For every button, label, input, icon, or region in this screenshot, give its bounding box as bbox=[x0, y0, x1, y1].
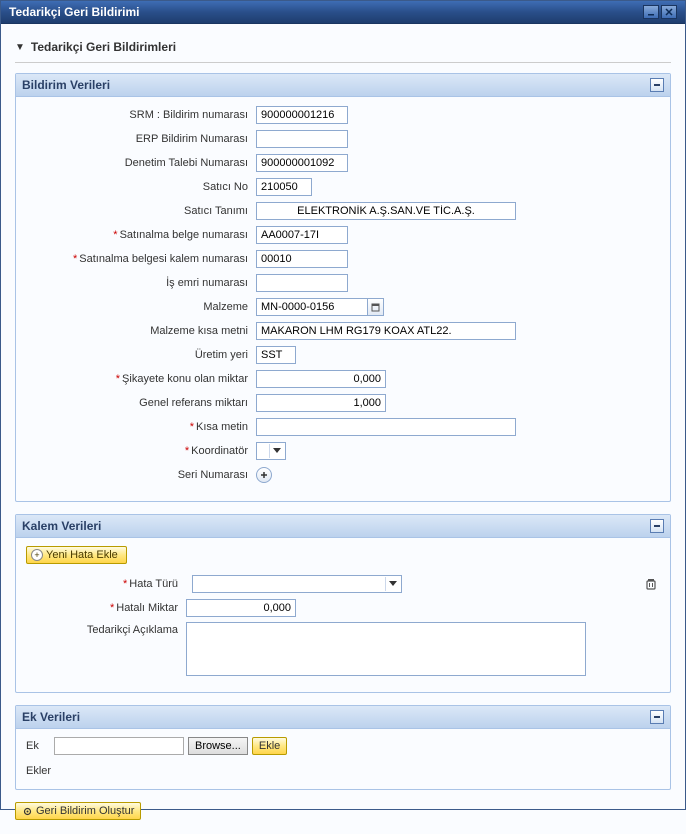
delete-error-button[interactable] bbox=[642, 575, 660, 593]
label-production-site: Üretim yeri bbox=[26, 349, 256, 361]
label-coordinator: *Koordinatör bbox=[26, 445, 256, 457]
window-frame: Tedarikçi Geri Bildirimi ▼ Tedarikçi Ger… bbox=[0, 0, 686, 810]
input-erp-number[interactable] bbox=[256, 130, 348, 148]
label-serial-number: Seri Numarası bbox=[26, 469, 256, 481]
input-audit-request-number[interactable] bbox=[256, 154, 348, 172]
chevron-down-icon bbox=[269, 444, 283, 458]
label-srm-number: SRM : Bildirim numarası bbox=[26, 109, 256, 121]
panel-item-data: Kalem Verileri + Yeni Hata Ekle *Hata Tü… bbox=[15, 514, 671, 693]
create-feedback-label: Geri Bildirim Oluştur bbox=[36, 805, 134, 817]
add-attachment-label: Ekle bbox=[259, 740, 280, 752]
collapse-button[interactable] bbox=[650, 710, 664, 724]
input-po-item-number[interactable] bbox=[256, 250, 348, 268]
section-supplier-feedbacks-title: Tedarikçi Geri Bildirimleri bbox=[31, 40, 176, 54]
label-ref-qty: Genel referans miktarı bbox=[26, 397, 256, 409]
titlebar: Tedarikçi Geri Bildirimi bbox=[1, 1, 685, 24]
input-ref-qty[interactable] bbox=[256, 394, 386, 412]
label-work-order-number: İş emri numarası bbox=[26, 277, 256, 289]
panel-item-body: + Yeni Hata Ekle *Hata Türü bbox=[16, 538, 670, 692]
collapse-button[interactable] bbox=[650, 519, 664, 533]
section-supplier-feedbacks[interactable]: ▼ Tedarikçi Geri Bildirimleri bbox=[15, 34, 671, 63]
input-faulty-qty[interactable] bbox=[186, 599, 296, 617]
chevron-down-icon: ▼ bbox=[15, 42, 25, 53]
add-error-button[interactable]: + Yeni Hata Ekle bbox=[26, 546, 127, 564]
select-coordinator[interactable] bbox=[256, 442, 286, 460]
input-srm-number[interactable] bbox=[256, 106, 348, 124]
label-complaint-qty: *Şikayete konu olan miktar bbox=[26, 373, 256, 385]
browse-button[interactable]: Browse... bbox=[188, 737, 248, 755]
panel-item-head: Kalem Verileri bbox=[16, 515, 670, 538]
label-attachments: Ekler bbox=[26, 765, 660, 777]
panel-notification-title: Bildirim Verileri bbox=[22, 78, 110, 92]
label-vendor-no: Satıcı No bbox=[26, 181, 256, 193]
close-button[interactable] bbox=[661, 5, 677, 19]
label-faulty-qty: *Hatalı Miktar bbox=[26, 602, 186, 614]
input-complaint-qty[interactable] bbox=[256, 370, 386, 388]
label-supplier-desc: Tedarikçi Açıklama bbox=[26, 622, 186, 636]
input-vendor-no[interactable] bbox=[256, 178, 312, 196]
create-feedback-button[interactable]: Geri Bildirim Oluştur bbox=[15, 802, 141, 820]
gear-icon bbox=[22, 806, 33, 817]
label-material-short-text: Malzeme kısa metni bbox=[26, 325, 256, 337]
input-po-number[interactable] bbox=[256, 226, 348, 244]
panel-attachment-head: Ek Verileri bbox=[16, 706, 670, 729]
label-po-number: *Satınalma belge numarası bbox=[26, 229, 256, 241]
label-error-type: *Hata Türü bbox=[26, 578, 186, 590]
label-attachment: Ek bbox=[26, 740, 50, 752]
input-vendor-desc[interactable] bbox=[256, 202, 516, 220]
panel-attachment-body: Ek Browse... Ekle Ekler bbox=[16, 729, 670, 789]
panel-item-title: Kalem Verileri bbox=[22, 519, 101, 533]
search-help-icon[interactable] bbox=[368, 298, 384, 316]
input-work-order-number[interactable] bbox=[256, 274, 348, 292]
window-content: ▼ Tedarikçi Geri Bildirimleri Bildirim V… bbox=[1, 24, 685, 830]
panel-notification-head: Bildirim Verileri bbox=[16, 74, 670, 97]
chevron-down-icon bbox=[385, 577, 399, 591]
add-attachment-button[interactable]: Ekle bbox=[252, 737, 287, 755]
plus-icon: + bbox=[31, 549, 43, 561]
label-vendor-desc: Satıcı Tanımı bbox=[26, 205, 256, 217]
panel-notification-body: SRM : Bildirim numarası ERP Bildirim Num… bbox=[16, 97, 670, 501]
collapse-button[interactable] bbox=[650, 78, 664, 92]
input-material-short-text[interactable] bbox=[256, 322, 516, 340]
input-short-text[interactable] bbox=[256, 418, 516, 436]
input-file-path[interactable] bbox=[54, 737, 184, 755]
label-erp-number: ERP Bildirim Numarası bbox=[26, 133, 256, 145]
minimize-button[interactable] bbox=[643, 5, 659, 19]
select-error-type[interactable] bbox=[192, 575, 402, 593]
label-short-text: *Kısa metin bbox=[26, 421, 256, 433]
window-controls bbox=[643, 5, 677, 19]
input-production-site[interactable] bbox=[256, 346, 296, 364]
panel-notification-data: Bildirim Verileri SRM : Bildirim numaras… bbox=[15, 73, 671, 502]
panel-attachment-title: Ek Verileri bbox=[22, 710, 80, 724]
window-title: Tedarikçi Geri Bildirimi bbox=[9, 5, 140, 19]
textarea-supplier-desc[interactable] bbox=[186, 622, 586, 676]
label-material: Malzeme bbox=[26, 301, 256, 313]
add-serial-button[interactable] bbox=[256, 467, 272, 483]
panel-attachment-data: Ek Verileri Ek Browse... Ekle Ekler bbox=[15, 705, 671, 790]
add-error-label: Yeni Hata Ekle bbox=[46, 549, 118, 561]
label-po-item-number: *Satınalma belgesi kalem numarası bbox=[26, 253, 256, 265]
input-material[interactable] bbox=[256, 298, 368, 316]
label-audit-request-number: Denetim Talebi Numarası bbox=[26, 157, 256, 169]
